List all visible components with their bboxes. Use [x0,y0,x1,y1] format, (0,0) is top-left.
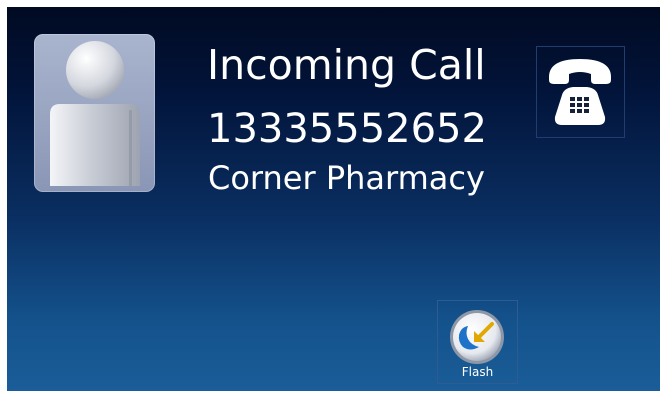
caller-avatar [34,34,155,192]
phone-answer-icon [549,59,611,125]
flash-button-label: Flash [461,365,494,379]
flash-button[interactable]: Flash [437,300,518,384]
answer-call-button[interactable] [536,46,625,138]
flash-arrow-icon [450,310,504,364]
call-status-title: Incoming Call [207,41,486,89]
contact-silhouette-icon [50,41,140,186]
incoming-call-screen: Incoming Call 13335552652 Corner Pharmac… [7,7,660,391]
caller-number: 13335552652 [207,106,487,152]
caller-name: Corner Pharmacy [208,159,485,197]
